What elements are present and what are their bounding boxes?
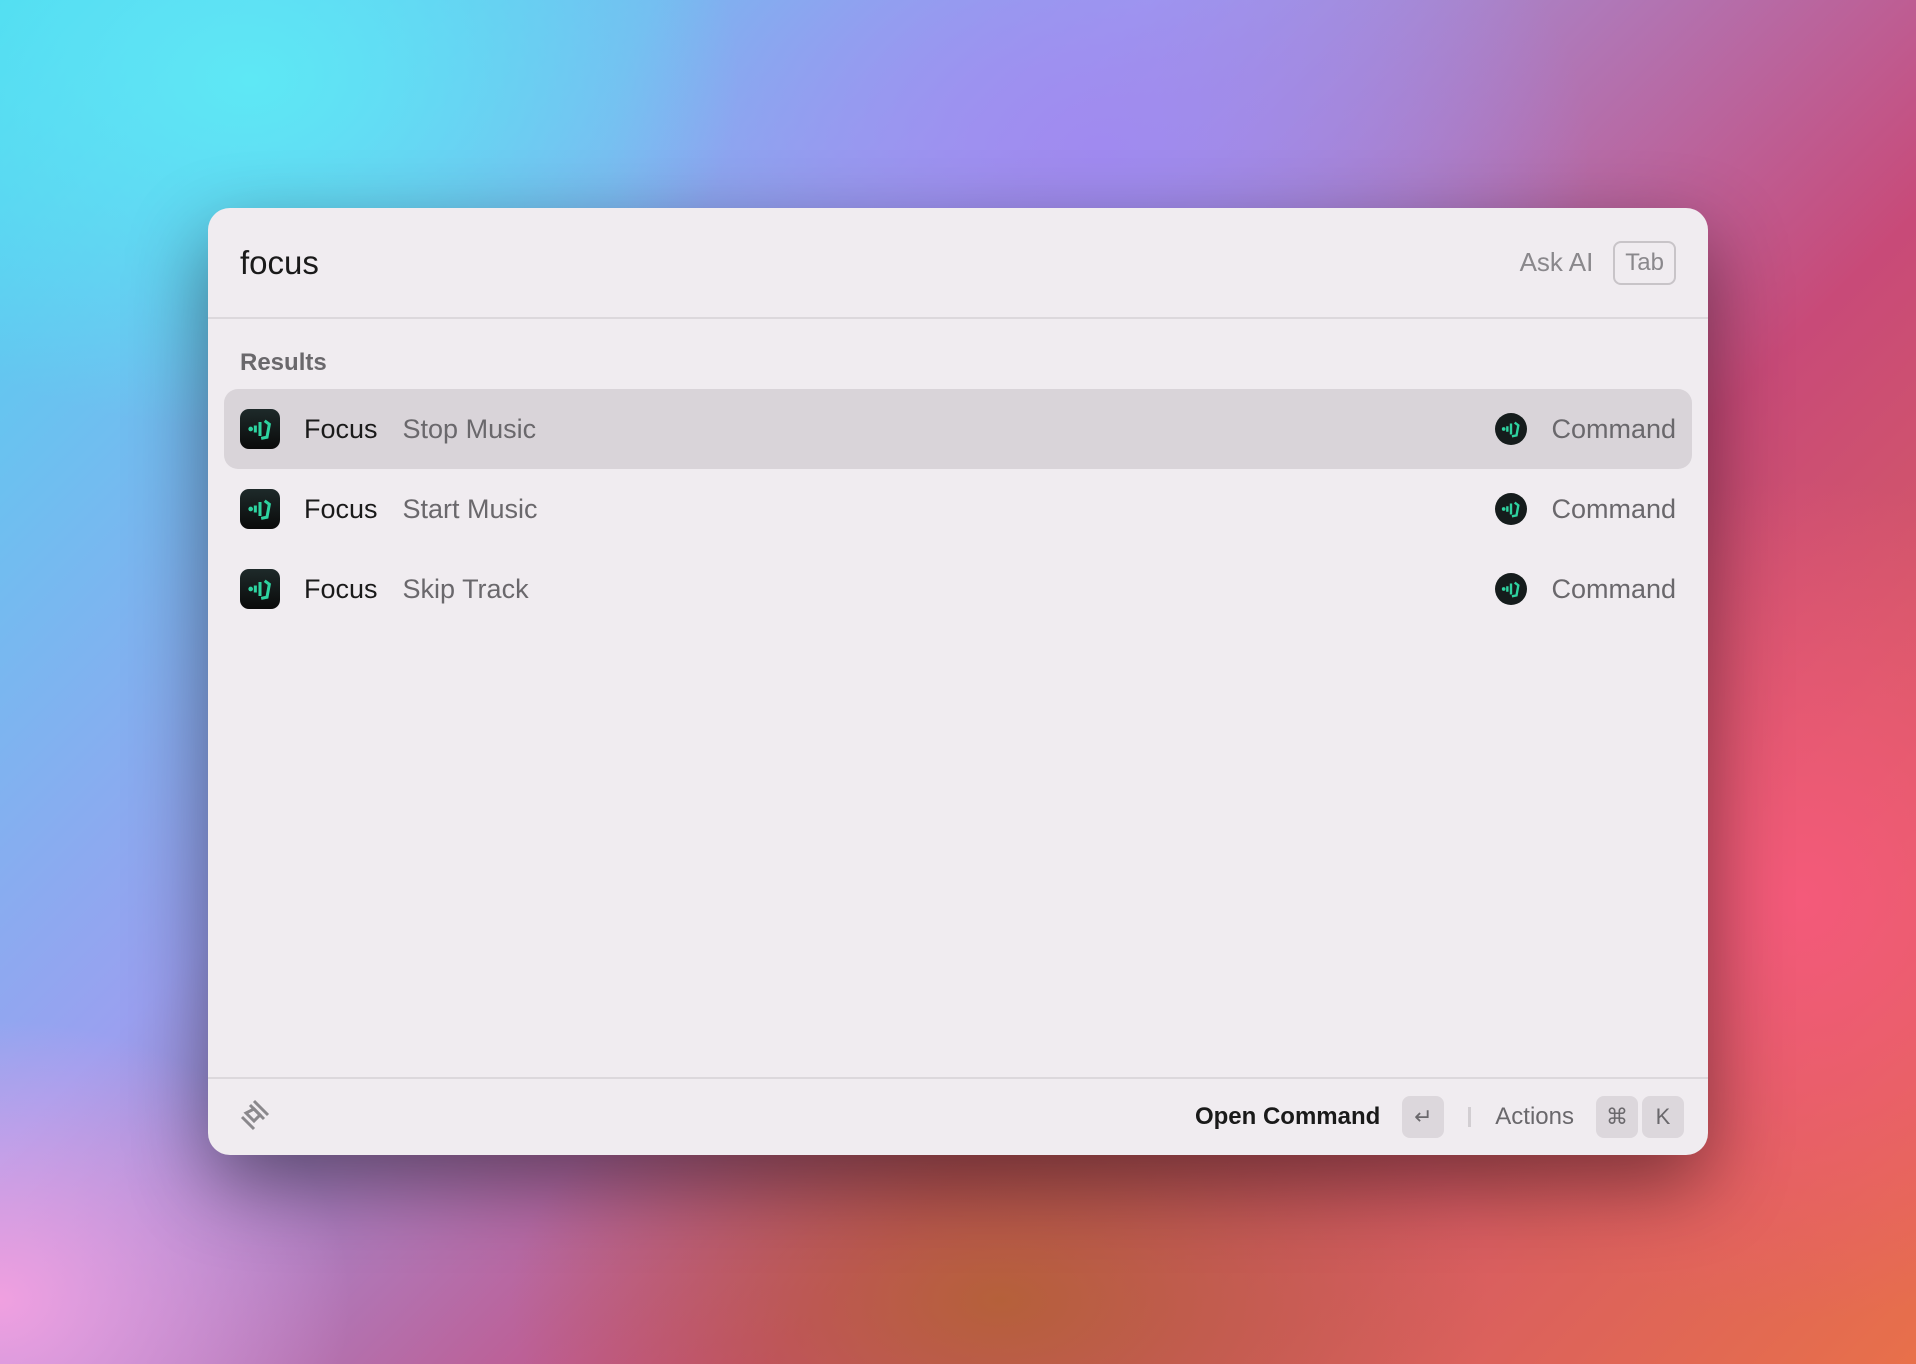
open-command-button[interactable]: Open Command: [1195, 1103, 1380, 1131]
results-list: Focus Stop Music Command Focus Start Mus…: [208, 389, 1708, 629]
launcher-window: Ask AI Tab Results Focus Stop Music Comm…: [208, 208, 1708, 1155]
result-type: Command: [1551, 573, 1676, 604]
footer-divider: [1468, 1107, 1472, 1127]
result-row[interactable]: Focus Start Music Command: [224, 469, 1692, 549]
focus-extension-icon: [1495, 493, 1528, 525]
result-title: Focus: [304, 493, 378, 524]
result-row[interactable]: Focus Stop Music Command: [224, 389, 1692, 469]
result-title: Focus: [304, 413, 378, 444]
focus-app-icon: [240, 409, 280, 449]
search-bar: Ask AI Tab: [208, 208, 1708, 319]
result-subtitle: Stop Music: [402, 413, 537, 444]
focus-app-icon: [240, 489, 280, 529]
tab-key-hint: Tab: [1613, 240, 1676, 285]
section-label: Results: [240, 349, 327, 376]
result-subtitle: Skip Track: [402, 573, 529, 604]
result-type: Command: [1551, 413, 1676, 444]
result-type: Command: [1551, 493, 1676, 524]
footer-bar: Open Command ↵ Actions ⌘ K: [208, 1077, 1708, 1155]
result-row[interactable]: Focus Skip Track Command: [224, 549, 1692, 629]
actions-button[interactable]: Actions: [1495, 1103, 1574, 1131]
enter-key-hint: ↵: [1402, 1096, 1445, 1138]
search-input[interactable]: [240, 243, 1520, 282]
focus-extension-icon: [1495, 413, 1528, 445]
k-key-hint: K: [1642, 1096, 1684, 1138]
cmd-key-hint: ⌘: [1596, 1096, 1638, 1138]
focus-extension-icon: [1495, 573, 1528, 605]
result-subtitle: Start Music: [402, 493, 538, 524]
raycast-logo-icon[interactable]: [236, 1097, 272, 1138]
focus-app-icon: [240, 569, 280, 609]
result-title: Focus: [304, 573, 378, 604]
ask-ai-button[interactable]: Ask AI: [1520, 247, 1594, 278]
